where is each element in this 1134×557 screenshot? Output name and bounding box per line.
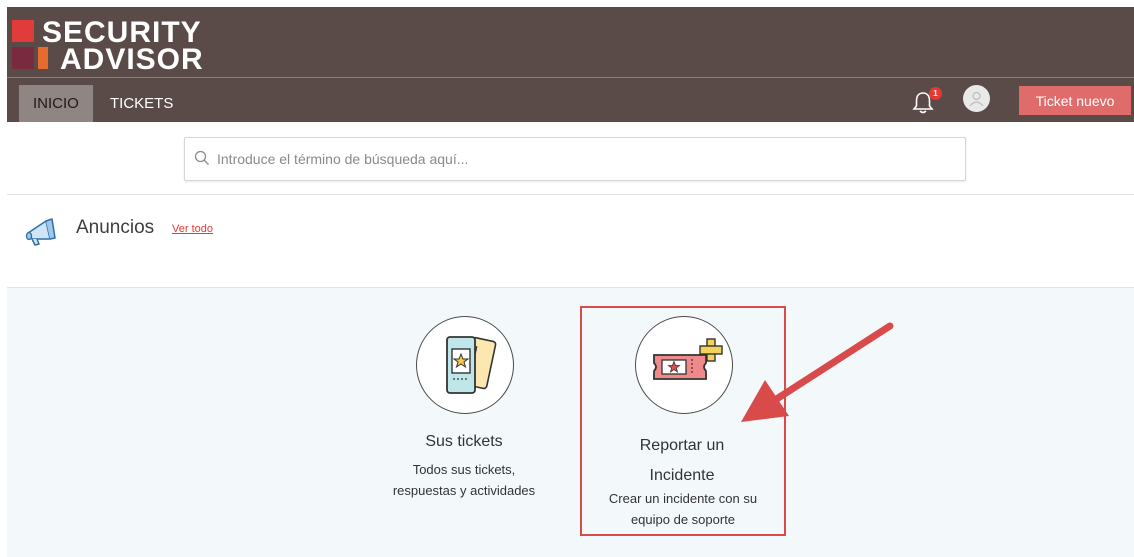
security-advisor-logo[interactable]: SECURITY ADVISOR: [12, 14, 272, 76]
section-divider: [7, 194, 1134, 195]
megaphone-icon: [25, 218, 56, 246]
new-ticket-button[interactable]: Ticket nuevo: [1019, 86, 1131, 115]
logo-square-red: [12, 20, 34, 42]
announcements-title: Anuncios: [76, 217, 155, 238]
logo-square-orange: [38, 47, 48, 69]
notification-badge: 1: [929, 87, 942, 100]
tab-inicio[interactable]: INICIO: [19, 85, 93, 122]
view-all-link[interactable]: Ver todo: [172, 223, 213, 235]
pointer-arrow: [741, 322, 894, 422]
my-tickets-description-line2: respuestas y actividades: [392, 483, 536, 498]
top-header: SECURITY ADVISOR INICIO TICKETS 1 Ticket…: [7, 7, 1134, 122]
logo-text-line2: ADVISOR: [60, 43, 204, 76]
tab-tickets[interactable]: TICKETS: [96, 85, 187, 122]
avatar[interactable]: [963, 85, 990, 112]
my-tickets-card-icon[interactable]: [416, 316, 514, 414]
my-tickets-description-line1: Todos sus tickets,: [412, 462, 516, 477]
logo-square-maroon: [12, 47, 34, 69]
quick-actions-panel: [7, 288, 1134, 557]
user-icon: [969, 91, 984, 107]
my-tickets-title[interactable]: Sus tickets: [398, 433, 530, 451]
search-input[interactable]: [215, 138, 959, 180]
search-bar[interactable]: [184, 137, 966, 181]
tickets-icon: [446, 336, 497, 394]
my-tickets-description: Todos sus tickets, respuestas y activida…: [378, 459, 550, 501]
header-divider: [7, 77, 1134, 78]
search-icon: [194, 150, 209, 165]
